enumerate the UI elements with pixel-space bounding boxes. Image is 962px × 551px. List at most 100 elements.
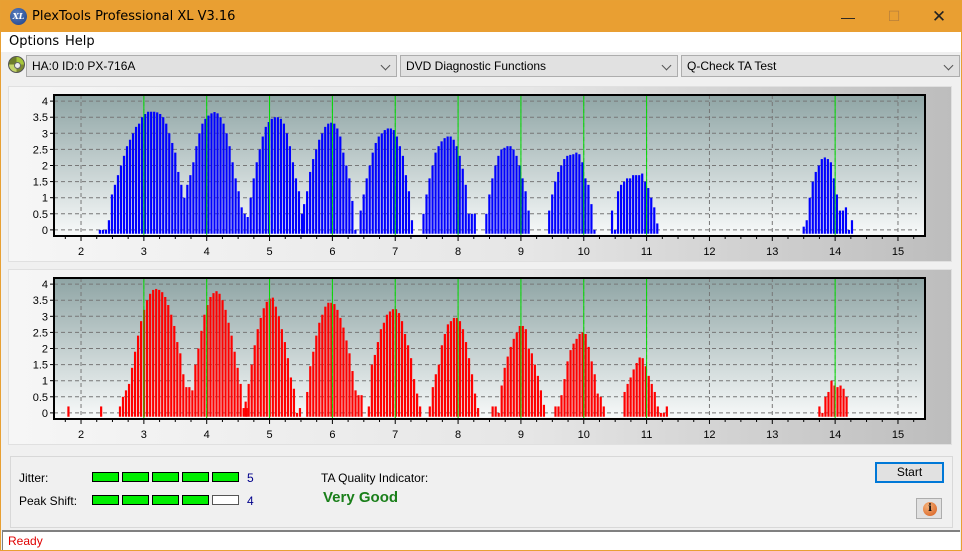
histogram-bar <box>376 342 379 417</box>
ta-quality-value: Very Good <box>323 489 399 506</box>
histogram-bar <box>104 229 108 234</box>
histogram-bar <box>584 334 587 417</box>
histogram-bar <box>295 412 299 417</box>
histogram-bar <box>452 139 455 234</box>
histogram-bar <box>844 207 848 234</box>
histogram-bar <box>333 123 336 234</box>
y-tick-label: 3 <box>42 128 48 140</box>
histogram-bar <box>155 288 158 417</box>
title-bar[interactable]: XL PlexTools Professional XL V3.16 — ☐ ✕ <box>1 1 961 32</box>
histogram-bar <box>563 379 566 417</box>
histogram-bar <box>258 149 261 234</box>
histogram-bar <box>428 406 431 417</box>
drive-select[interactable]: HA:0 ID:0 PX-716A <box>26 55 397 77</box>
histogram-bar <box>542 404 546 417</box>
x-tick-label: 10 <box>578 429 590 441</box>
histogram-bar <box>659 412 662 417</box>
histogram-bar <box>285 133 288 234</box>
histogram-bar <box>473 213 476 234</box>
histogram-bar <box>124 390 128 417</box>
menu-options[interactable]: Options <box>9 34 59 49</box>
histogram-bar <box>437 364 440 417</box>
y-tick-label: 3.5 <box>33 112 48 124</box>
x-tick-label: 3 <box>141 246 147 258</box>
histogram-bar <box>566 361 569 417</box>
y-tick-label: 4 <box>42 279 48 291</box>
histogram-bar <box>133 351 137 417</box>
drive-select-value: HA:0 ID:0 PX-716A <box>32 59 136 73</box>
histogram-bar <box>253 345 256 417</box>
test-select-value: Q-Check TA Test <box>687 59 777 73</box>
histogram-bar <box>551 194 554 234</box>
histogram-bar <box>548 210 551 234</box>
menu-help[interactable]: Help <box>65 34 95 49</box>
histogram-bar <box>509 146 512 234</box>
histogram-bar <box>407 191 411 234</box>
histogram-bar <box>188 387 191 417</box>
histogram-bar <box>179 353 182 417</box>
histogram-bar <box>264 126 267 234</box>
histogram-bar <box>271 297 274 417</box>
histogram-bar <box>312 159 315 234</box>
histogram-bar <box>242 408 245 417</box>
x-tick-label: 11 <box>641 429 652 441</box>
histogram-bar <box>629 178 632 234</box>
histogram-bar <box>449 321 453 417</box>
histogram-bar <box>224 309 227 417</box>
x-tick-label: 9 <box>518 429 524 441</box>
histogram-bar <box>847 229 851 234</box>
histogram-bar <box>336 128 339 234</box>
jitter-segment <box>182 472 209 482</box>
maximize-button[interactable]: ☐ <box>871 1 917 32</box>
histogram-bar <box>168 133 171 234</box>
histogram-bar <box>419 406 422 417</box>
histogram-bar <box>512 149 515 234</box>
histogram-bar <box>527 348 530 417</box>
histogram-bar <box>578 334 581 417</box>
histogram-bar <box>440 345 443 417</box>
histogram-bar <box>116 175 120 234</box>
histogram-bar <box>215 291 218 417</box>
histogram-bar <box>841 210 845 234</box>
test-select[interactable]: Q-Check TA Test <box>681 55 960 77</box>
histogram-bar <box>360 395 363 417</box>
histogram-bar <box>250 364 253 417</box>
info-button[interactable]: i <box>916 498 942 519</box>
histogram-bar <box>850 220 854 234</box>
histogram-bar <box>294 178 298 234</box>
y-tick-label: 2.5 <box>33 144 48 156</box>
histogram-bar <box>391 309 395 417</box>
histogram-bar <box>259 317 262 417</box>
histogram-bar <box>386 128 389 234</box>
histogram-bar <box>276 117 279 234</box>
histogram-bar <box>262 308 265 417</box>
histogram-bar <box>635 175 638 234</box>
histogram-bar <box>345 340 348 417</box>
histogram-bar <box>389 128 392 234</box>
histogram-bar <box>509 346 512 417</box>
histogram-bar <box>410 220 414 234</box>
histogram-bar <box>289 377 293 417</box>
histogram-bar <box>318 322 321 417</box>
status-bar: Ready <box>2 530 960 550</box>
start-button[interactable]: Start <box>875 462 944 483</box>
histogram-bar <box>183 197 186 234</box>
close-button[interactable]: ✕ <box>916 1 962 32</box>
histogram-bar <box>228 146 231 234</box>
histogram-bar <box>218 293 221 417</box>
function-select[interactable]: DVD Diagnostic Functions <box>400 55 678 77</box>
x-tick-label: 4 <box>204 246 210 258</box>
histogram-bar <box>227 322 230 417</box>
histogram-bar <box>458 321 462 417</box>
histogram-bar <box>392 130 395 234</box>
minimize-button[interactable]: — <box>825 1 871 32</box>
histogram-bar <box>650 197 653 234</box>
histogram-bar <box>446 136 449 234</box>
histogram-bar <box>207 115 210 234</box>
histogram-bar <box>500 385 503 417</box>
histogram-bar <box>270 118 273 234</box>
histogram-bar <box>131 133 135 234</box>
histogram-bar <box>252 178 255 234</box>
histogram-bar <box>569 350 572 417</box>
histogram-bar <box>829 162 832 234</box>
